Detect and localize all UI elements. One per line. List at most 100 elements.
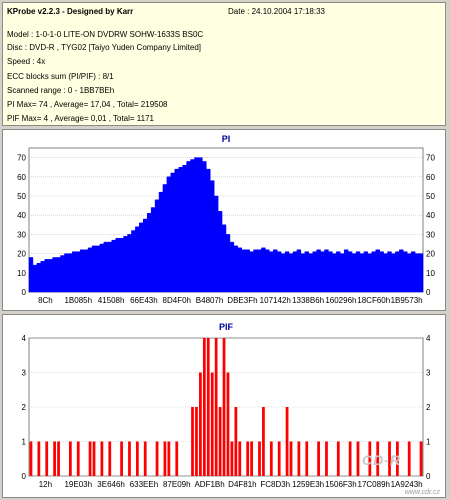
x-tick-label: 12h [39,480,52,489]
pif-bar [128,441,131,476]
pif-bar [108,441,112,476]
y-tick-label: 40 [17,211,26,220]
app-title: KProbe v2.2.3 - Designed by Karr [7,7,134,16]
pif-chart-panel: PIF 0 0 1 1 2 2 3 3 4 4 12h 19E03h 3E646h 633EEh 87E09h… [2,314,446,498]
y-tick-label: 2 [22,403,27,412]
pif-bar [285,407,289,476]
pif-bar [120,441,123,476]
pif-bar [195,407,198,476]
x-tick-label: 87E09h [163,480,191,489]
disc-info: Disc : DVD-R , TYG02 [Taiyo Yuden Compan… [7,43,202,52]
pif-bar [88,441,92,476]
x-tick-label: 1A9243h [391,480,423,489]
pif-bar [222,338,226,476]
y-tick-label: 10 [17,269,26,278]
pif-stats: PIF Max= 4 , Average= 0,01 , Total= 1171 [7,114,154,123]
y-tick-label-right: 0 [426,288,431,297]
pi-chart: PI 0 0 10 10 20 20 30 30 40 40 50 50 60 60 70 70 8Ch 1B085… [17,134,435,305]
y-tick-label: 50 [17,192,26,201]
pif-bar [336,441,340,476]
info-panel: KProbe v2.2.3 - Designed by Karr Date : … [2,2,446,126]
pif-bar [76,441,80,476]
x-tick-label: DBE3Fh [227,296,257,305]
pif-bar [356,441,360,476]
x-tick-label: 66E43h [130,296,158,305]
pif-bar [407,441,411,476]
pif-bar [155,441,159,476]
pif-bar [226,372,230,476]
pif-bar [325,441,328,476]
pif-bar [45,441,49,476]
pif-bar [258,441,261,476]
y-tick-label: 4 [22,334,27,343]
pif-bar [175,441,179,476]
x-tick-label: 1259E3h [292,480,324,489]
pif-bar [238,441,242,476]
y-tick-label: 0 [22,472,27,481]
y-tick-label: 60 [17,173,26,182]
watermark-url: www.cdr.cz [404,489,440,496]
pif-bar [167,441,171,476]
pif-bar [277,441,281,476]
x-tick-label: 1B9573h [391,296,423,305]
pif-bar [234,407,238,476]
x-tick-label: 1B085h [64,296,92,305]
x-tick-label: B4807h [196,296,224,305]
y-tick-label-right: 2 [426,403,431,412]
y-tick-label-right: 60 [426,173,435,182]
y-tick-label-right: 0 [426,472,431,481]
x-tick-label: 3E646h [97,480,125,489]
pif-bar [289,441,293,476]
pif-bar [92,441,96,476]
y-tick-label-right: 20 [426,250,435,259]
x-tick-label: 17C089h [358,480,390,489]
pif-bar [250,441,253,476]
pif-bar [348,441,352,476]
x-tick-label: 1506F3h [325,480,357,489]
x-tick-label: FC8D3h [260,480,290,489]
x-tick-label: 160296h [325,296,356,305]
pif-bar [210,372,214,476]
pif-bar [53,441,56,476]
pif-bar [202,338,206,476]
y-tick-label-right: 3 [426,369,431,378]
x-tick-label: D4F81h [228,480,256,489]
pif-bar [135,441,139,476]
pi-chart-panel: PI 0 0 10 10 20 20 30 30 40 40 50 50 60 60 70 70 8Ch 1B085… [2,129,446,311]
x-tick-label: 18CF60h [357,296,390,305]
drive-model: Model : 1-0-1-0 LITE-ON DVDRW SOHW-1633S… [7,30,204,39]
y-tick-label-right: 50 [426,192,435,201]
pif-chart: PIF 0 0 1 1 2 2 3 3 4 4 12h 19E03h 3E646h 633EEh 87E09h… [22,322,431,489]
pif-bar [199,372,202,476]
pif-bar [214,338,218,476]
x-tick-label: ADF1Bh [194,480,224,489]
y-tick-label-right: 10 [426,269,435,278]
pif-bar [230,441,234,476]
pif-bar [305,441,309,476]
y-tick-label-right: 4 [426,334,431,343]
y-tick-label: 0 [22,288,27,297]
chart-title: PIF [219,322,234,332]
pif-bar [68,441,72,476]
pi-stats: PI Max= 74 , Average= 17,04 , Total= 219… [7,100,168,109]
pif-bar [297,441,301,476]
pif-bar [191,407,194,476]
scan-date: Date : 24.10.2004 17:18:33 [228,7,325,16]
y-tick-label-right: 1 [426,438,431,447]
pif-bar [29,441,33,476]
ecc-info: ECC blocks sum (PI/PIF) : 8/1 [7,72,114,81]
range-info: Scanned range : 0 - 1BB7BEh [7,86,115,95]
chart-title: PI [222,134,231,144]
pif-bar [317,441,320,476]
pif-bar [262,407,265,476]
pif-bar [269,441,273,476]
pif-bar [143,441,147,476]
y-tick-label: 1 [22,438,27,447]
pif-bar [57,441,60,476]
pif-bar [218,407,222,476]
x-tick-label: 1338B6h [292,296,324,305]
pif-bar [419,441,423,476]
y-tick-label: 3 [22,369,27,378]
watermark-logo: CD-R [362,452,401,468]
y-tick-label-right: 30 [426,230,435,239]
